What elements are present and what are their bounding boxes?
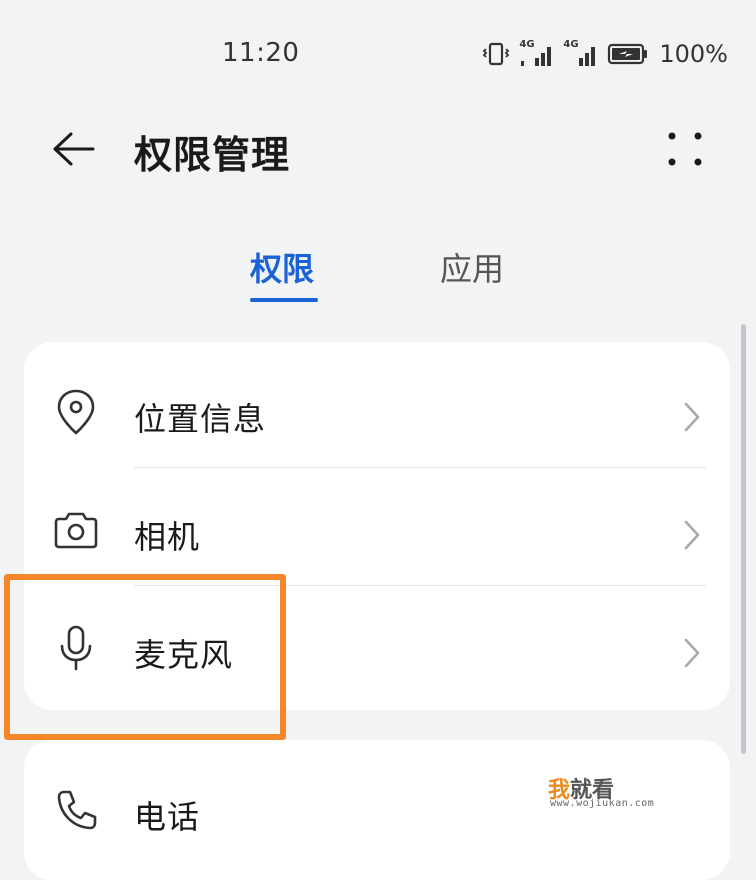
chevron-right-icon [682,636,702,670]
tab-permissions[interactable]: 权限 [250,244,314,290]
network-type-label: 4G [563,39,579,50]
microphone-icon [52,624,100,672]
back-button[interactable] [44,126,104,176]
title-bar: 权限管理 [0,118,756,182]
watermark-logo: 我就看 www.wojiukan.com [548,772,668,816]
tab-bar: 权限 应用 [0,244,756,314]
location-pin-icon [52,388,100,436]
network-type-label: 4G [519,39,535,50]
vibrate-icon [481,42,511,66]
permission-label: 相机 [134,518,201,556]
status-icons: 4G 4G 100% [481,36,728,72]
battery-charging-icon [607,42,649,66]
permission-row-location[interactable]: 位置信息 [24,350,730,468]
chevron-right-icon [682,518,702,552]
permission-list-card: 位置信息 相机 麦克风 [24,342,730,710]
phone-icon [52,786,100,834]
permission-label: 位置信息 [134,400,267,438]
active-tab-indicator [250,298,318,302]
signal-icon: 4G [563,39,599,67]
battery-percent: 100% [659,40,728,68]
watermark-url: www.wojiukan.com [550,798,655,809]
signal-icon: 4G [519,39,555,67]
permission-row-camera[interactable]: 相机 [24,468,730,586]
arrow-left-icon [51,131,97,171]
permission-label: 电话 [134,798,201,836]
scrollbar[interactable] [741,324,746,754]
more-options-button[interactable] [660,126,710,176]
permission-label: 麦克风 [134,636,234,674]
status-bar: 11:20 4G 4G 100% [0,30,756,80]
chevron-right-icon [682,400,702,434]
camera-icon [52,506,100,554]
page-title: 权限管理 [134,133,291,177]
tab-apps[interactable]: 应用 [440,244,504,290]
more-dots-icon [665,129,705,173]
permission-row-microphone[interactable]: 麦克风 [24,586,730,704]
status-time: 11:20 [222,38,300,68]
